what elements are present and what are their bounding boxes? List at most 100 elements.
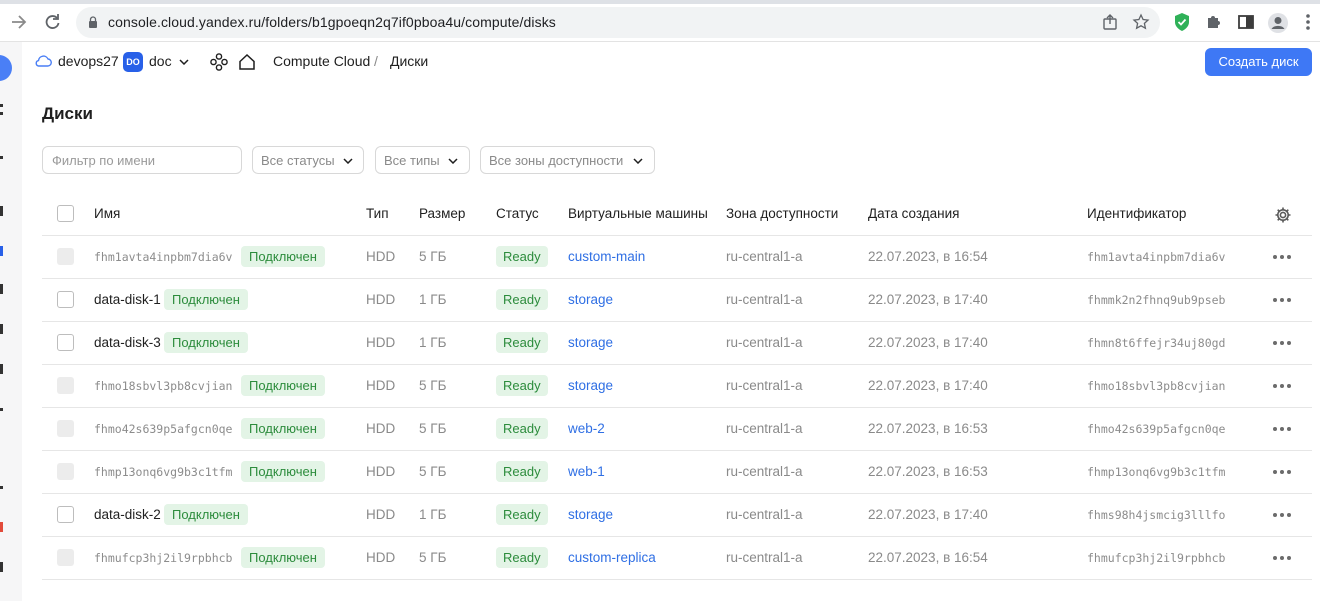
rail-item-icon[interactable] [0,518,12,538]
vm-link[interactable]: storage [568,507,613,522]
column-header-status[interactable]: Статус [496,206,539,221]
row-checkbox[interactable] [57,506,74,523]
menu-icon[interactable] [1303,12,1320,32]
disk-id[interactable]: fhmp13onq6vg9b3c1tfm [1087,465,1225,479]
column-header-zone[interactable]: Зона доступности [726,206,838,221]
vm-link[interactable]: storage [568,292,613,307]
disk-id[interactable]: fhm1avta4inpbm7dia6v [1087,250,1225,264]
rail-item-icon[interactable] [0,360,12,380]
table-row[interactable]: fhmp13onq6vg9b3c1tfm Подключен HDD 5 ГБ Read… [42,451,1312,494]
share-icon[interactable] [1100,13,1120,33]
vm-link[interactable]: web-2 [568,421,605,436]
address-bar[interactable]: console.cloud.yandex.ru/folders/b1gpoeqn… [76,7,1160,38]
url-text[interactable]: console.cloud.yandex.ru/folders/b1gpoeqn… [108,14,556,30]
row-checkbox[interactable] [57,420,74,437]
disk-name[interactable]: fhmp13onq6vg9b3c1tfm [94,465,232,479]
rail-item-icon[interactable] [0,400,12,420]
chevron-down-icon [633,158,643,164]
disk-name[interactable]: data-disk-2 [94,507,161,522]
breadcrumb-service[interactable]: Compute Cloud [273,53,370,69]
disk-name[interactable]: data-disk-3 [94,335,161,350]
table-row[interactable]: fhmo42s639p5afgcn0qe Подключен HDD 5 ГБ Read… [42,408,1312,451]
console-header: devops27 DO doc Compute Cloud / Диски Со… [22,42,1320,82]
type-select[interactable]: Все типы [375,146,470,174]
shield-extension-icon[interactable] [1172,12,1192,32]
status-select[interactable]: Все статусы [252,146,364,174]
puzzle-icon[interactable] [1204,12,1224,32]
column-header-created[interactable]: Дата создания [868,206,960,221]
disk-id[interactable]: fhmo18sbvl3pb8cvjian [1087,379,1225,393]
row-actions-icon[interactable] [1273,341,1293,347]
attached-badge: Подключен [241,418,325,439]
reload-icon[interactable] [42,12,62,32]
breadcrumb-separator: / [374,53,378,69]
row-checkbox[interactable] [57,549,74,566]
column-header-id[interactable]: Идентификатор [1087,206,1186,221]
table-row[interactable]: data-disk-2 Подключен HDD 1 ГБ Ready storage r… [42,494,1312,537]
rail-item-icon[interactable] [0,280,12,300]
disk-id[interactable]: fhmufcp3hj2il9rpbhcb [1087,551,1225,565]
column-header-name[interactable]: Имя [94,206,120,221]
gear-icon[interactable] [1274,206,1292,224]
create-disk-button[interactable]: Создать диск [1205,48,1312,76]
status-badge: Ready [496,375,548,396]
disk-id[interactable]: fhmmk2n2fhnq9ub9pseb [1087,293,1225,307]
chevron-down-icon[interactable] [179,59,189,65]
row-actions-icon[interactable] [1273,513,1293,519]
services-icon[interactable] [209,52,229,72]
rail-item-icon[interactable] [0,320,12,340]
sidepanel-icon[interactable] [1236,12,1256,32]
table-row[interactable]: data-disk-3 Подключен HDD 1 ГБ Ready storage r… [42,322,1312,365]
rail-item-icon[interactable] [0,478,12,498]
rail-avatar[interactable] [0,55,12,81]
disk-name[interactable]: fhmo42s639p5afgcn0qe [94,422,232,436]
folder-name[interactable]: doc [149,53,172,69]
row-actions-icon[interactable] [1273,427,1293,433]
name-filter-input[interactable] [42,146,242,174]
vm-link[interactable]: storage [568,335,613,350]
row-checkbox[interactable] [57,377,74,394]
rail-item-icon[interactable] [0,202,12,222]
table-row[interactable]: data-disk-1 Подключен HDD 1 ГБ Ready storage r… [42,279,1312,322]
vm-link[interactable]: storage [568,378,613,393]
select-all-checkbox[interactable] [57,205,74,222]
disk-id[interactable]: fhmo42s639p5afgcn0qe [1087,422,1225,436]
vm-link[interactable]: custom-replica [568,550,656,565]
home-icon[interactable] [237,52,257,72]
type-select-value: Все типы [384,153,440,168]
forward-icon[interactable] [9,12,29,32]
disk-name[interactable]: data-disk-1 [94,292,161,307]
disk-name[interactable]: fhmo18sbvl3pb8cvjian [94,379,232,393]
rail-item-icon[interactable] [0,148,12,168]
rail-item-icon[interactable] [0,242,12,262]
table-row[interactable]: fhmufcp3hj2il9rpbhcb Подключен HDD 5 ГБ Read… [42,537,1312,580]
table-row[interactable]: fhm1avta4inpbm7dia6v Подключен HDD 5 ГБ Read… [42,236,1312,279]
row-checkbox[interactable] [57,334,74,351]
lock-icon[interactable] [88,16,98,28]
disk-id[interactable]: fhmn8t6ffejr34uj80gd [1087,336,1225,350]
row-actions-icon[interactable] [1273,470,1293,476]
row-checkbox[interactable] [57,248,74,265]
zone-select[interactable]: Все зоны доступности [480,146,655,174]
column-header-vms[interactable]: Виртуальные машины [568,206,708,221]
rail-item-icon[interactable] [0,558,12,578]
vm-link[interactable]: custom-main [568,249,645,264]
zone-select-value: Все зоны доступности [489,153,624,168]
row-checkbox[interactable] [57,291,74,308]
row-actions-icon[interactable] [1273,384,1293,390]
column-header-size[interactable]: Размер [419,206,465,221]
table-row[interactable]: fhmo18sbvl3pb8cvjian Подключен HDD 5 ГБ Read… [42,365,1312,408]
disk-name[interactable]: fhmufcp3hj2il9rpbhcb [94,551,232,565]
star-icon[interactable] [1131,13,1151,33]
disk-id[interactable]: fhms98h4jsmcig3lllfo [1087,508,1225,522]
profile-icon[interactable] [1267,12,1288,33]
disk-name[interactable]: fhm1avta4inpbm7dia6v [94,250,232,264]
column-header-type[interactable]: Тип [366,206,389,221]
row-checkbox[interactable] [57,463,74,480]
rail-item-icon[interactable] [0,100,12,120]
cloud-name[interactable]: devops27 [58,53,119,69]
vm-link[interactable]: web-1 [568,464,605,479]
row-actions-icon[interactable] [1273,556,1293,562]
row-actions-icon[interactable] [1273,255,1293,261]
row-actions-icon[interactable] [1273,298,1293,304]
